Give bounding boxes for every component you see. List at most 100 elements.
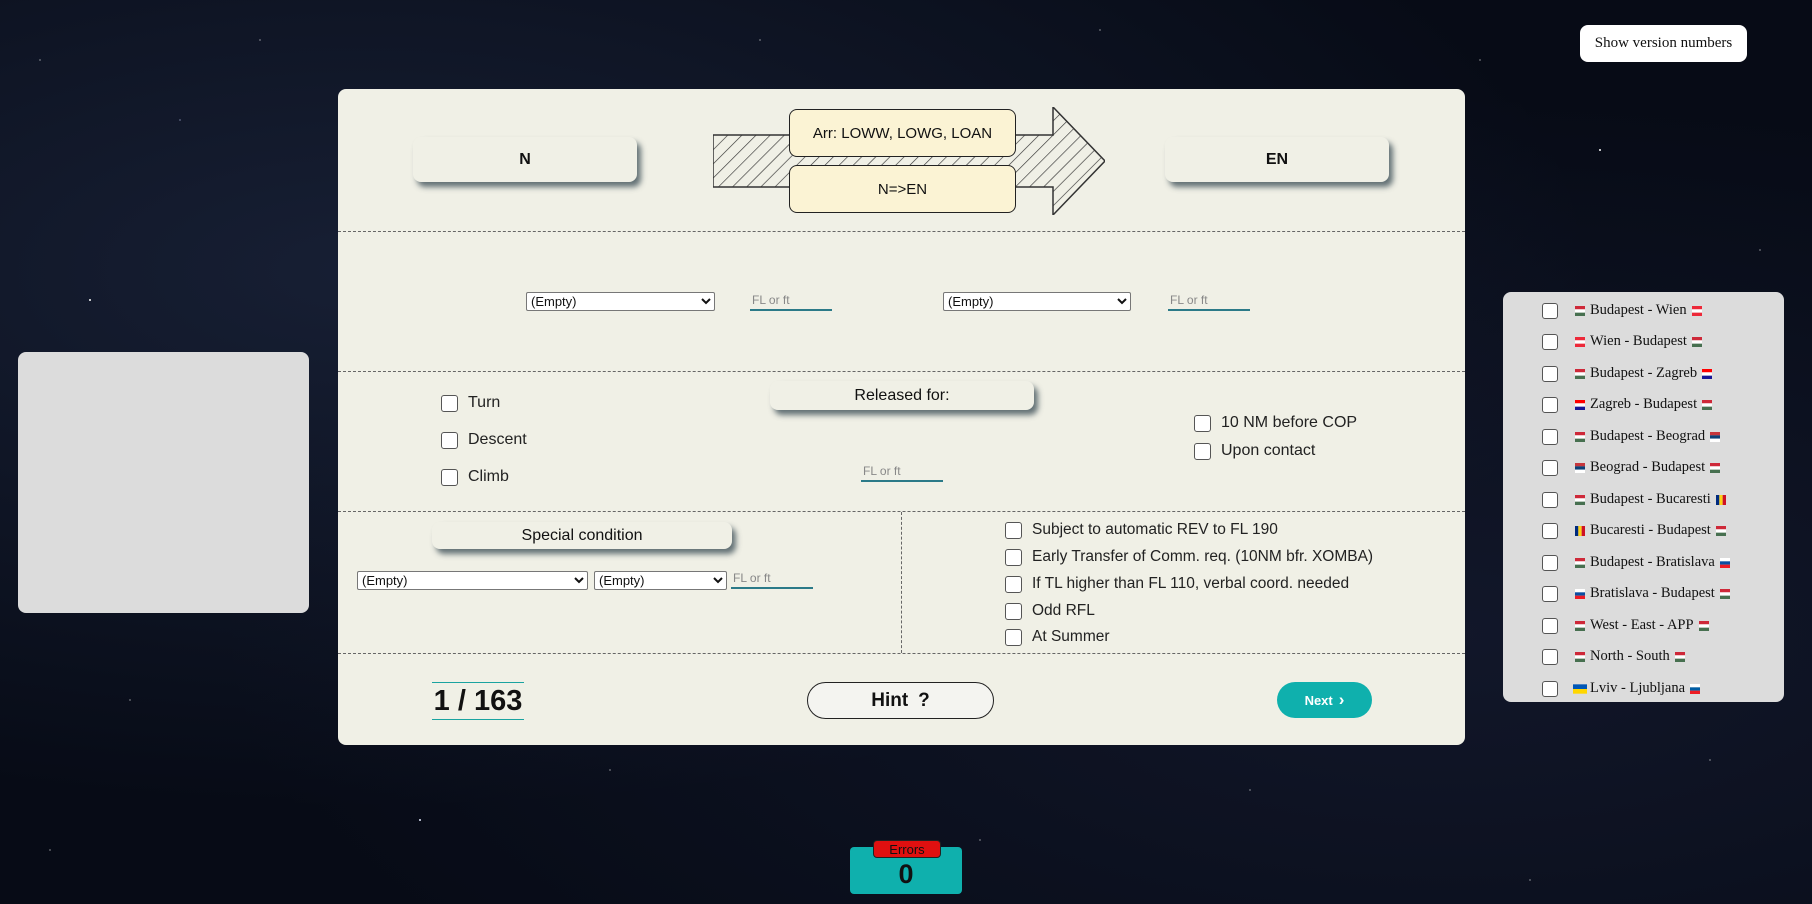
austria-flag-icon — [1691, 305, 1702, 316]
route-item-budapest-wien[interactable]: Budapest - Wien — [1542, 302, 1707, 319]
austria-flag-icon — [1575, 336, 1585, 347]
show-version-numbers-button[interactable]: Show version numbers — [1580, 25, 1747, 62]
checkbox[interactable] — [1542, 617, 1558, 634]
route-item-west-east-app[interactable]: West - East - APP — [1542, 617, 1714, 634]
errors-counter: Errors 0 — [850, 840, 962, 894]
checkbox[interactable] — [1005, 521, 1022, 539]
release-option-climb[interactable]: Climb — [441, 468, 509, 486]
card-footer: 1 / 163 Hint ? Next › — [338, 654, 1465, 745]
route-filter-panel: Budapest - Wien Wien - Budapest Budapest… — [1503, 292, 1784, 702]
condition-odd-rfl[interactable]: Odd RFL — [1005, 602, 1095, 620]
level-fl-input-2[interactable] — [1168, 291, 1250, 311]
hungary-flag-icon — [1575, 368, 1585, 379]
release-option-descent[interactable]: Descent — [441, 431, 527, 449]
condition-early-transfer[interactable]: Early Transfer of Comm. req. (10NM bfr. … — [1005, 548, 1373, 566]
errors-label: Errors — [873, 840, 941, 858]
checkbox[interactable] — [1542, 491, 1558, 508]
hint-label: Hint — [871, 689, 909, 711]
from-sector-box: N — [413, 137, 637, 182]
route-item-north-south[interactable]: North - South — [1542, 648, 1690, 665]
route-item-lviv-ljubljana[interactable]: Lviv - Ljubljana — [1542, 680, 1705, 697]
slovakia-flag-icon — [1575, 588, 1585, 599]
checkbox[interactable] — [1005, 548, 1022, 566]
condition-at-summer[interactable]: At Summer — [1005, 628, 1110, 646]
route-item-bratislava-budapest[interactable]: Bratislava - Budapest — [1542, 585, 1735, 602]
route-item-zagreb-budapest[interactable]: Zagreb - Budapest — [1542, 396, 1717, 413]
level-fl-input-1[interactable] — [750, 291, 832, 311]
ukraine-flag-icon — [1573, 683, 1587, 694]
special-select-2[interactable]: (Empty) — [594, 571, 727, 590]
serbia-flag-icon — [1710, 431, 1721, 442]
checkbox[interactable] — [1542, 302, 1558, 319]
croatia-flag-icon — [1702, 368, 1713, 379]
hungary-flag-icon — [1575, 651, 1585, 662]
release-fl-input[interactable] — [861, 462, 943, 482]
hungary-flag-icon — [1715, 525, 1726, 536]
route-item-bucaresti-budapest[interactable]: Bucaresti - Budapest — [1542, 522, 1731, 539]
hungary-flag-icon — [1575, 620, 1585, 631]
release-upon-contact[interactable]: Upon contact — [1194, 442, 1315, 460]
released-for-label: Released for: — [770, 381, 1034, 410]
hungary-flag-icon — [1575, 557, 1585, 568]
slovakia-flag-icon — [1719, 557, 1730, 568]
checkbox[interactable] — [1005, 575, 1022, 593]
release-option-turn[interactable]: Turn — [441, 394, 500, 412]
route-item-wien-budapest[interactable]: Wien - Budapest — [1542, 333, 1707, 350]
checkbox[interactable] — [1194, 442, 1211, 460]
checkbox[interactable] — [1005, 628, 1022, 646]
route-item-budapest-bratislava[interactable]: Budapest - Bratislava — [1542, 554, 1735, 571]
checkbox[interactable] — [441, 468, 458, 486]
special-select-1[interactable]: (Empty) — [357, 571, 588, 590]
level-section: (Empty) (Empty) — [338, 232, 1465, 372]
chevron-right-icon: › — [1338, 690, 1345, 709]
level-select-2[interactable]: (Empty) — [943, 292, 1131, 311]
checkbox[interactable] — [1542, 459, 1558, 476]
slovenia-flag-icon — [1690, 683, 1701, 694]
hint-button[interactable]: Hint ? — [807, 682, 994, 719]
hungary-flag-icon — [1575, 431, 1585, 442]
hungary-flag-icon — [1575, 494, 1585, 505]
checkbox[interactable] — [1542, 522, 1558, 539]
condition-auto-rev[interactable]: Subject to automatic REV to FL 190 — [1005, 521, 1278, 539]
sector-strip: N Arr: LOWW, LOWG, LOAN N=>EN EN — [338, 89, 1465, 232]
info-panel — [18, 352, 309, 613]
checkbox[interactable] — [1542, 585, 1558, 602]
release-10nm-before-cop[interactable]: 10 NM before COP — [1194, 414, 1357, 432]
hungary-flag-icon — [1719, 588, 1730, 599]
checkbox[interactable] — [1194, 414, 1211, 432]
checkbox[interactable] — [1005, 602, 1022, 620]
route-item-budapest-bucaresti[interactable]: Budapest - Bucaresti — [1542, 491, 1731, 508]
special-fl-input[interactable] — [731, 569, 813, 589]
croatia-flag-icon — [1575, 399, 1585, 410]
question-icon: ? — [918, 689, 930, 711]
arrivals-box: Arr: LOWW, LOWG, LOAN — [789, 109, 1016, 157]
question-counter: 1 / 163 — [432, 682, 524, 720]
route-item-budapest-zagreb[interactable]: Budapest - Zagreb — [1542, 365, 1717, 382]
section-divider — [901, 512, 902, 653]
route-item-beograd-budapest[interactable]: Beograd - Budapest — [1542, 459, 1725, 476]
hungary-flag-icon — [1691, 336, 1702, 347]
checkbox[interactable] — [1542, 365, 1558, 382]
level-select-1[interactable]: (Empty) — [526, 292, 715, 311]
checkbox[interactable] — [1542, 396, 1558, 413]
checkbox[interactable] — [1542, 648, 1558, 665]
romania-flag-icon — [1575, 525, 1585, 536]
hungary-flag-icon — [1698, 620, 1709, 631]
condition-tl-higher[interactable]: If TL higher than FL 110, verbal coord. … — [1005, 575, 1349, 593]
checkbox[interactable] — [1542, 333, 1558, 350]
checkbox[interactable] — [441, 394, 458, 412]
hungary-flag-icon — [1710, 462, 1721, 473]
checkbox[interactable] — [1542, 428, 1558, 445]
checkbox[interactable] — [1542, 680, 1558, 697]
hungary-flag-icon — [1674, 651, 1685, 662]
to-sector-box: EN — [1165, 137, 1389, 182]
hungary-flag-icon — [1702, 399, 1713, 410]
next-button[interactable]: Next › — [1277, 682, 1372, 718]
special-condition-label: Special condition — [432, 522, 732, 549]
checkbox[interactable] — [441, 431, 458, 449]
romania-flag-icon — [1715, 494, 1726, 505]
route-item-budapest-beograd[interactable]: Budapest - Beograd — [1542, 428, 1725, 445]
release-section: Turn Descent Climb Released for: 10 NM b… — [338, 372, 1465, 512]
next-label: Next — [1304, 692, 1333, 708]
checkbox[interactable] — [1542, 554, 1558, 571]
